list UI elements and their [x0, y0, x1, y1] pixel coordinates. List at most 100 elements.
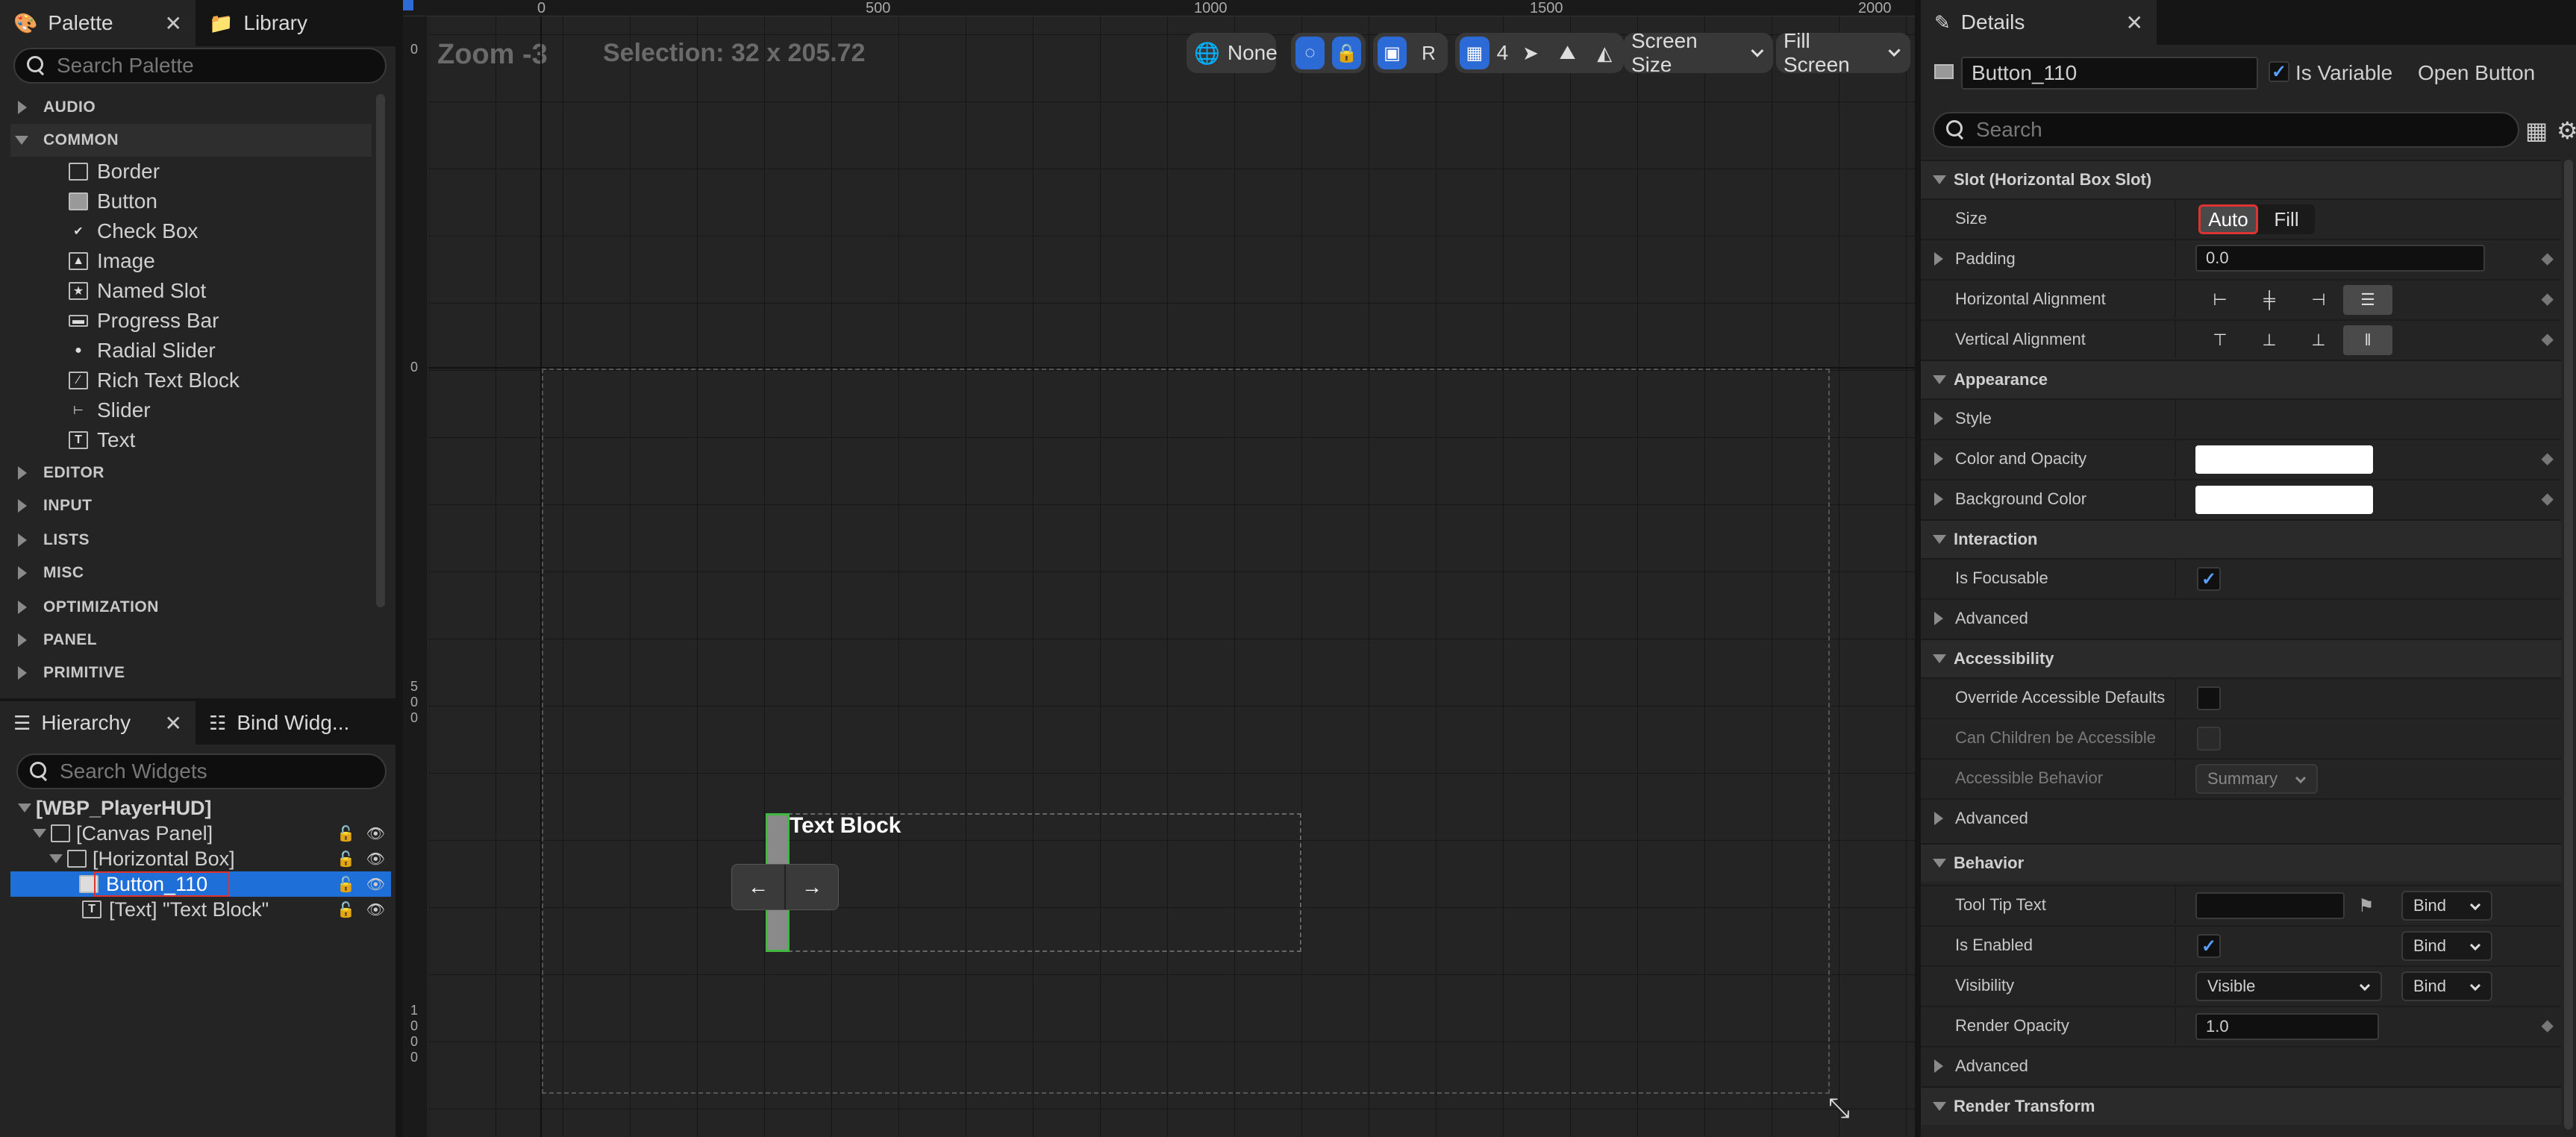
text-block-widget[interactable]: Text Block	[790, 813, 901, 839]
palette-item-text[interactable]: T Text	[69, 425, 135, 455]
palette-item-radial-slider[interactable]: ● Radial Slider	[69, 336, 216, 366]
grid-toolbar[interactable]: ▦ 4 ➤ ⛰ ◭	[1455, 33, 1624, 73]
reset-icon[interactable]: ⬥	[2541, 448, 2554, 469]
size-fill-button[interactable]: Fill	[2258, 204, 2315, 234]
prop-accessibility-advanced[interactable]: Advanced	[1921, 798, 2561, 837]
palette-item-border[interactable]: Border	[69, 157, 160, 187]
tab-library[interactable]: 📁 Library	[196, 0, 396, 46]
reset-icon[interactable]: ⬥	[2541, 248, 2554, 269]
pointer-icon[interactable]: ➤	[1516, 37, 1545, 69]
category-input[interactable]: INPUT	[12, 489, 370, 522]
screen-size-dropdown[interactable]: Screen Size	[1624, 29, 1773, 76]
category-misc[interactable]: MISC	[12, 557, 370, 589]
lock-icon[interactable]: 🔓	[337, 900, 355, 919]
reset-icon[interactable]: ⬥	[2541, 1015, 2554, 1036]
expand-icon[interactable]	[1934, 452, 1943, 466]
hierarchy-search-input[interactable]: Search Widgets	[16, 754, 387, 789]
expand-icon[interactable]	[18, 804, 31, 812]
palette-item-button[interactable]: Button	[69, 187, 157, 216]
padding-field[interactable]: 0.0	[2195, 245, 2485, 272]
move-left-button[interactable]: ←	[732, 865, 786, 909]
close-icon[interactable]: ✕	[165, 11, 182, 36]
flip-icon[interactable]: ◭	[1589, 37, 1619, 69]
lock-icon[interactable]: 🔓	[337, 824, 355, 843]
eye-icon[interactable]: 👁	[366, 850, 385, 868]
section-appearance[interactable]: Appearance	[1921, 360, 2561, 398]
eye-icon[interactable]: 👁	[366, 900, 385, 919]
resize-handle-icon[interactable]: ⤡	[1828, 1092, 1850, 1124]
layout-toolbar[interactable]: ▣ R	[1373, 33, 1448, 73]
section-behavior[interactable]: Behavior	[1921, 843, 2561, 882]
layout-icon[interactable]: ▣	[1378, 37, 1407, 69]
tree-row-text-block[interactable]: T [Text] "Text Block" 🔓 👁	[10, 897, 391, 922]
flag-icon[interactable]: ⚑	[2358, 895, 2375, 917]
visibility-bind-dropdown[interactable]: Bind	[2401, 971, 2492, 1001]
close-icon[interactable]: ✕	[165, 711, 182, 736]
lock-icon[interactable]: 🔓	[337, 850, 355, 868]
open-button-link[interactable]: Open Button	[2418, 61, 2535, 85]
expand-icon[interactable]	[1934, 1059, 1943, 1073]
category-panel[interactable]: PANEL	[12, 624, 370, 657]
details-search-input[interactable]: Search	[1933, 112, 2519, 148]
lock-icon[interactable]: 🔒	[1332, 37, 1361, 69]
expand-icon[interactable]	[49, 854, 63, 863]
grid-icon[interactable]: ▦	[1460, 37, 1489, 69]
override-accessible-checkbox[interactable]	[2197, 686, 2221, 710]
valign-top-icon[interactable]: ⊤	[2195, 325, 2245, 355]
pan-lock-toolbar[interactable]: ◌ 🔒	[1291, 33, 1366, 73]
section-interaction[interactable]: Interaction	[1921, 519, 2561, 558]
localization-toolbar[interactable]: 🌐 None	[1187, 33, 1278, 73]
align-center-icon[interactable]: ╪	[2245, 285, 2294, 315]
category-optimization[interactable]: OPTIMIZATION	[12, 591, 370, 624]
widget-name-field[interactable]: Button_110	[1961, 57, 2258, 90]
tab-palette[interactable]: 🎨 Palette ✕	[0, 0, 196, 46]
category-editor[interactable]: EDITOR	[12, 457, 370, 489]
category-common[interactable]: COMMON	[10, 124, 372, 157]
is-variable-checkbox[interactable]: ✓	[2269, 61, 2289, 82]
background-color-swatch[interactable]	[2195, 486, 2373, 514]
fill-screen-dropdown[interactable]: Fill Screen	[1776, 29, 1910, 76]
tree-row-button-110[interactable]: Button_110 🔓 👁	[10, 871, 391, 897]
expand-icon[interactable]	[1934, 812, 1943, 825]
expand-icon[interactable]	[1934, 252, 1943, 266]
table-view-icon[interactable]: ▦	[2525, 116, 2548, 145]
palette-item-slider[interactable]: ⊢ Slider	[69, 395, 151, 425]
lock-icon[interactable]: 🔓	[337, 875, 355, 894]
reset-icon[interactable]: ⬥	[2541, 489, 2554, 510]
tree-row-root[interactable]: [WBP_PlayerHUD]	[10, 795, 391, 821]
reset-icon[interactable]: ⬥	[2541, 289, 2554, 310]
tree-row-horizontal-box[interactable]: [Horizontal Box] 🔓 👁	[10, 846, 391, 871]
is-enabled-bind-dropdown[interactable]: Bind	[2401, 931, 2492, 961]
palette-scrollbar[interactable]	[376, 94, 385, 607]
valign-fill-icon[interactable]: ‖	[2343, 325, 2392, 355]
gear-icon[interactable]: ⚙	[2557, 116, 2576, 145]
align-right-icon[interactable]: ⊣	[2294, 285, 2343, 315]
category-primitive[interactable]: PRIMITIVE	[12, 657, 370, 689]
close-icon[interactable]: ✕	[2126, 10, 2143, 35]
palette-item-named-slot[interactable]: ★ Named Slot	[69, 276, 206, 306]
expand-icon[interactable]	[1934, 492, 1943, 506]
tooltip-bind-dropdown[interactable]: Bind	[2401, 891, 2492, 921]
visibility-dropdown[interactable]: Visible	[2195, 971, 2382, 1001]
prop-behavior-advanced[interactable]: Advanced	[1921, 1046, 2561, 1085]
reflect-button[interactable]: R	[1414, 37, 1443, 69]
palette-item-image[interactable]: ▲ Image	[69, 246, 155, 276]
palette-search-input[interactable]: Search Palette	[13, 48, 387, 84]
tab-hierarchy[interactable]: ☰ Hierarchy ✕	[0, 701, 196, 745]
prop-interaction-advanced[interactable]: Advanced	[1921, 598, 2561, 637]
eye-icon[interactable]: 👁	[366, 875, 385, 894]
tab-details[interactable]: ✎ Details ✕	[1921, 0, 2157, 45]
grid-size-value[interactable]: 4	[1497, 41, 1509, 65]
category-lists[interactable]: LISTS	[12, 524, 370, 557]
tooltip-field[interactable]	[2195, 892, 2345, 919]
section-accessibility[interactable]: Accessibility	[1921, 639, 2561, 677]
reset-icon[interactable]: ⬥	[2541, 329, 2554, 350]
valign-center-icon[interactable]: ⊥	[2245, 325, 2294, 355]
color-opacity-swatch[interactable]	[2195, 445, 2373, 474]
is-enabled-checkbox[interactable]: ✓	[2197, 934, 2221, 958]
designer-canvas[interactable]: Zoom -3 Selection: 32 x 205.72 🌐 None ◌ …	[403, 0, 1915, 1137]
respect-lock-icon[interactable]: ◌	[1295, 37, 1325, 69]
render-opacity-field[interactable]: 1.0	[2195, 1013, 2379, 1040]
is-focusable-checkbox[interactable]: ✓	[2197, 567, 2221, 591]
section-slot[interactable]: Slot (Horizontal Box Slot)	[1921, 160, 2561, 198]
